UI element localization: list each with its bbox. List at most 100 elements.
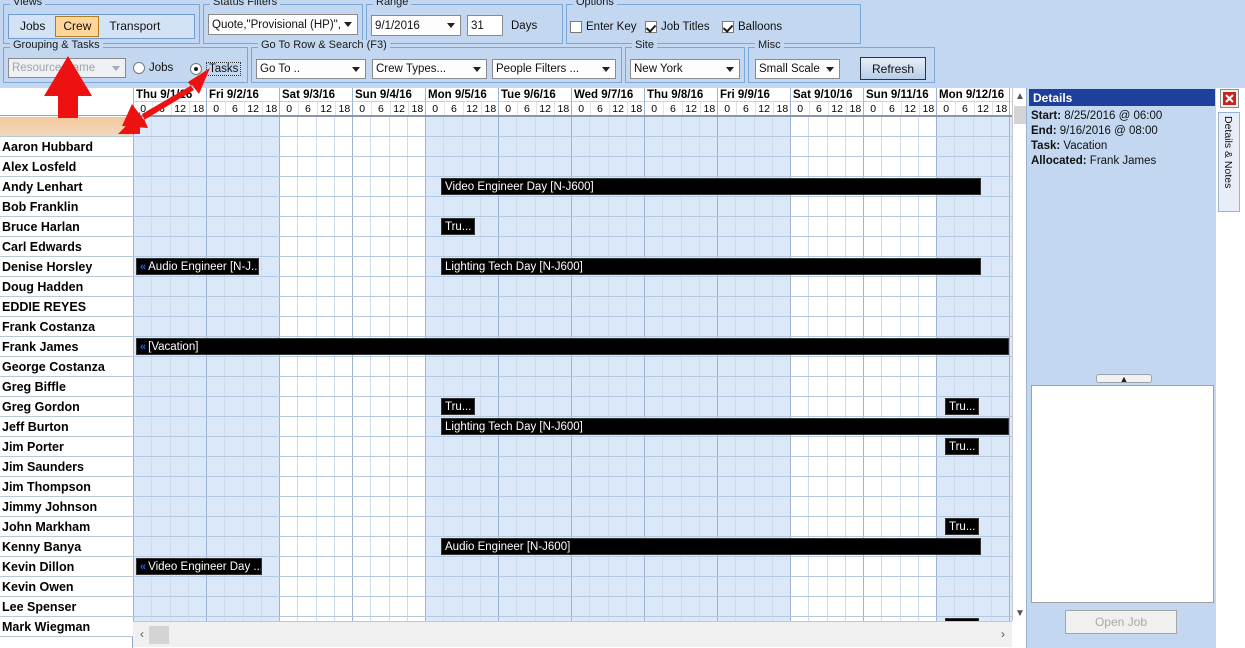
checkbox-enter-key[interactable]: Enter Key	[570, 21, 637, 33]
site-combo[interactable]: New York	[630, 59, 740, 79]
scroll-up-icon[interactable]: ▲	[1013, 88, 1027, 104]
details-notes-side-tab[interactable]: Details & Notes	[1218, 112, 1240, 212]
resource-row[interactable]: Lee Spenser	[0, 597, 133, 617]
people-filters-combo[interactable]: People Filters ...	[492, 59, 616, 79]
gantt-bar[interactable]: Tru...	[945, 398, 979, 415]
resource-row[interactable]: Jeff Burton	[0, 417, 133, 437]
resource-row[interactable]: Kevin Dillon	[0, 557, 133, 577]
checkbox-job-titles[interactable]: Job Titles	[645, 21, 710, 33]
detail-task-label: Task:	[1031, 140, 1060, 152]
checkbox-icon[interactable]	[570, 21, 582, 33]
hour-tick-label: 18	[189, 102, 207, 116]
resource-row[interactable]: Greg Gordon	[0, 397, 133, 417]
day-header: Wed 9/7/16	[571, 88, 644, 102]
resource-row-selected[interactable]	[0, 117, 133, 137]
people-filters-value: People Filters ...	[496, 63, 579, 75]
radio-tasks-label: Tasks	[206, 62, 241, 76]
chevron-down-icon[interactable]	[348, 61, 364, 77]
resource-row[interactable]: Andy Lenhart	[0, 177, 133, 197]
quarter-day-gridline	[334, 117, 335, 622]
checkbox-balloons[interactable]: Balloons	[722, 21, 782, 33]
day-header: Mon 9/12/16	[936, 88, 1009, 102]
resource-row[interactable]: George Costanza	[0, 357, 133, 377]
range-date-combo[interactable]: 9/1/2016	[371, 15, 461, 36]
resource-row[interactable]: Aaron Hubbard	[0, 137, 133, 157]
timeline-body[interactable]: Video Engineer Day [N-J600] Tru... «Audio …	[133, 117, 1012, 622]
chevron-down-icon[interactable]	[822, 61, 838, 77]
resource-row[interactable]: Kenny Banya	[0, 537, 133, 557]
resource-row[interactable]: Bob Franklin	[0, 197, 133, 217]
range-days-input[interactable]: 31	[467, 15, 503, 36]
gantt-bar[interactable]: Tru...	[945, 518, 979, 535]
resource-row[interactable]: Jim Thompson	[0, 477, 133, 497]
resource-row[interactable]: Doug Hadden	[0, 277, 133, 297]
resource-row[interactable]: Bruce Harlan	[0, 217, 133, 237]
hour-tick-label: 0	[207, 102, 225, 116]
grouping-legend: Grouping & Tasks	[10, 40, 103, 51]
resource-row[interactable]: EDDIE REYES	[0, 297, 133, 317]
resource-row[interactable]: Mark Wiegman	[0, 617, 133, 637]
radio-icon[interactable]	[133, 62, 145, 74]
radio-tasks[interactable]: Tasks	[190, 62, 241, 76]
vertical-scrollbar[interactable]: ▲ ▼	[1012, 88, 1026, 621]
gantt-bar[interactable]: «Audio Engineer [N-J...	[136, 258, 259, 275]
row-gridline	[133, 196, 1012, 197]
vertical-scrollbar-thumb[interactable]	[1014, 106, 1026, 124]
close-details-button[interactable]	[1220, 89, 1239, 108]
gantt-bar[interactable]: Lighting Tech Day [N-J600]	[441, 258, 981, 275]
chevron-down-icon[interactable]	[722, 61, 738, 77]
tab-transport[interactable]: Transport	[101, 16, 168, 37]
horizontal-scrollbar-thumb[interactable]	[149, 626, 169, 644]
resource-row-label: Denise Horsley	[2, 260, 92, 274]
scroll-down-icon[interactable]: ▼	[1013, 605, 1027, 621]
tab-jobs[interactable]: Jobs	[12, 16, 53, 37]
resource-row[interactable]: Greg Biffle	[0, 377, 133, 397]
resource-name-combo[interactable]: Resource Name	[8, 58, 126, 78]
open-job-button[interactable]: Open Job	[1065, 610, 1177, 634]
checkbox-icon[interactable]	[645, 21, 657, 33]
resource-row[interactable]: Alex Losfeld	[0, 157, 133, 177]
goto-legend: Go To Row & Search (F3)	[258, 40, 390, 51]
hour-tick-label: 12	[828, 102, 846, 116]
resource-row[interactable]: John Markham	[0, 517, 133, 537]
chevron-down-icon[interactable]	[598, 61, 614, 77]
hour-tick-label: 12	[974, 102, 992, 116]
tab-crew[interactable]: Crew	[55, 16, 99, 37]
resource-row[interactable]: Jimmy Johnson	[0, 497, 133, 517]
resource-row[interactable]: Frank James	[0, 337, 133, 357]
resource-row-label: Kevin Dillon	[2, 560, 74, 574]
gantt-bar[interactable]: Lighting Tech Day [N-J600]	[441, 418, 1009, 435]
scroll-left-icon[interactable]: ‹	[135, 626, 149, 642]
resource-row[interactable]: Kevin Owen	[0, 577, 133, 597]
chevron-down-icon[interactable]	[469, 61, 485, 77]
radio-icon[interactable]	[190, 63, 202, 75]
resource-row[interactable]: Jim Saunders	[0, 457, 133, 477]
goto-combo[interactable]: Go To ..	[256, 59, 366, 79]
gantt-bar[interactable]: Audio Engineer [N-J600]	[441, 538, 981, 555]
gantt-bar[interactable]: Video Engineer Day [N-J600]	[441, 178, 981, 195]
gantt-bar[interactable]: Tru...	[441, 398, 475, 415]
checkbox-icon[interactable]	[722, 21, 734, 33]
resource-row[interactable]: Frank Costanza	[0, 317, 133, 337]
refresh-button[interactable]: Refresh	[860, 57, 926, 80]
hour-tick-label: 6	[152, 102, 170, 116]
gantt-bar[interactable]: Tru...	[441, 218, 475, 235]
notes-textarea[interactable]	[1031, 385, 1214, 603]
notes-resize-grip[interactable]: ▲	[1096, 374, 1152, 383]
chevron-down-icon[interactable]	[108, 60, 124, 76]
crew-types-combo[interactable]: Crew Types...	[372, 59, 487, 79]
scale-combo[interactable]: Small Scale	[755, 59, 840, 79]
views-tabstrip[interactable]: Jobs Crew Transport	[8, 14, 195, 39]
gantt-bar[interactable]: «Video Engineer Day ...	[136, 558, 262, 575]
chevron-down-icon[interactable]	[443, 17, 459, 34]
gantt-bar[interactable]: «[Vacation]	[136, 338, 1009, 355]
gantt-bar[interactable]: Tru...	[945, 438, 979, 455]
resource-row[interactable]: Denise Horsley	[0, 257, 133, 277]
resource-row[interactable]: Carl Edwards	[0, 237, 133, 257]
horizontal-scrollbar[interactable]: ‹ ›	[133, 621, 1012, 647]
scroll-right-icon[interactable]: ›	[996, 626, 1010, 642]
status-filters-combo[interactable]: Quote,"Provisional (HP)",	[208, 14, 358, 35]
radio-jobs[interactable]: Jobs	[133, 62, 173, 74]
chevron-down-icon[interactable]	[340, 16, 356, 33]
resource-row[interactable]: Jim Porter	[0, 437, 133, 457]
